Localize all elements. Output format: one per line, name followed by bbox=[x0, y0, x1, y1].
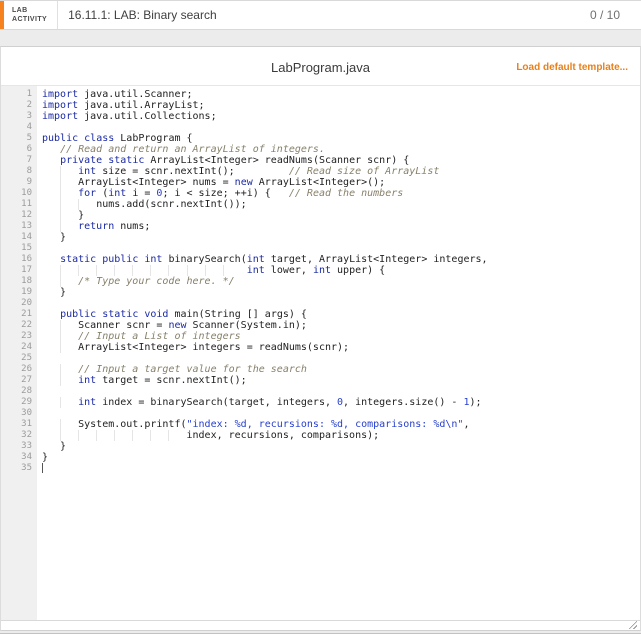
code-line[interactable]: /* Type your code here. */ bbox=[42, 276, 640, 287]
code-line[interactable]: nums.add(scnr.nextInt()); bbox=[42, 199, 640, 210]
activity-title: 16.11.1: LAB: Binary search bbox=[68, 8, 217, 22]
code-line[interactable]: } bbox=[42, 287, 640, 298]
code-line[interactable]: return nums; bbox=[42, 221, 640, 232]
code-line[interactable]: for (int i = 0; i < size; ++i) { // Read… bbox=[42, 188, 640, 199]
code-line[interactable]: } bbox=[42, 210, 640, 221]
code-line[interactable]: index, recursions, comparisons); bbox=[42, 430, 640, 441]
line-number: 13 bbox=[21, 221, 32, 231]
code-line[interactable]: public class LabProgram { bbox=[42, 133, 640, 144]
kicker-line-2: ACTIVITY bbox=[12, 16, 48, 23]
code-line[interactable]: int target = scnr.nextInt(); bbox=[42, 375, 640, 386]
line-number: 32 bbox=[21, 430, 32, 440]
line-number: 12 bbox=[21, 210, 32, 220]
line-number: 29 bbox=[21, 397, 32, 407]
code-line[interactable]: public static void main(String [] args) … bbox=[42, 309, 640, 320]
zybooks-lab-page: LAB ACTIVITY 16.11.1: LAB: Binary search… bbox=[0, 0, 641, 634]
code-line[interactable] bbox=[42, 353, 640, 364]
line-number: 16 bbox=[21, 254, 32, 264]
code-line[interactable]: int index = binarySearch(target, integer… bbox=[42, 397, 640, 408]
code-line[interactable] bbox=[42, 243, 640, 254]
code-line[interactable]: } bbox=[42, 232, 640, 243]
code-line[interactable] bbox=[42, 386, 640, 397]
line-number: 31 bbox=[21, 419, 32, 429]
line-number: 25 bbox=[21, 353, 32, 363]
activity-score: 0 / 10 bbox=[589, 8, 620, 22]
line-number: 4 bbox=[26, 122, 32, 132]
text-cursor bbox=[42, 463, 43, 473]
line-number: 35 bbox=[21, 463, 32, 473]
line-number: 6 bbox=[26, 144, 32, 154]
line-number: 15 bbox=[21, 243, 32, 253]
code-line[interactable]: Scanner scnr = new Scanner(System.in); bbox=[42, 320, 640, 331]
line-number: 33 bbox=[21, 441, 32, 451]
line-number: 14 bbox=[21, 232, 32, 242]
resize-handle-icon[interactable] bbox=[627, 619, 637, 629]
code-line[interactable]: import java.util.ArrayList; bbox=[42, 100, 640, 111]
load-default-template-link[interactable]: Load default template... bbox=[516, 62, 628, 73]
code-line[interactable] bbox=[42, 298, 640, 309]
kicker-line-1: LAB bbox=[12, 7, 28, 14]
editor-footer bbox=[1, 619, 640, 630]
code-line[interactable]: ArrayList<Integer> integers = readNums(s… bbox=[42, 342, 640, 353]
line-number: 22 bbox=[21, 320, 32, 330]
code-line[interactable]: System.out.printf("index: %d, recursions… bbox=[42, 419, 640, 430]
line-number: 9 bbox=[26, 177, 32, 187]
line-number: 30 bbox=[21, 408, 32, 418]
editor-header: LabProgram.java Load default template... bbox=[1, 47, 640, 85]
code-line[interactable]: } bbox=[42, 452, 640, 463]
line-number: 27 bbox=[21, 375, 32, 385]
line-number: 2 bbox=[26, 100, 32, 110]
code-line[interactable] bbox=[42, 463, 640, 474]
page-gap bbox=[0, 30, 641, 46]
code-editor-card: LabProgram.java Load default template...… bbox=[0, 46, 641, 631]
line-number-gutter: 1 2 3 4 5 6 7 8 9 10 11 12 13 14 15 16 17 18 19 20 21 22 23 24 2… bbox=[1, 86, 37, 620]
line-number: 5 bbox=[26, 133, 32, 143]
line-number: 7 bbox=[26, 155, 32, 165]
line-number: 1 bbox=[26, 89, 32, 99]
divider bbox=[57, 1, 59, 29]
lab-activity-bar: LAB ACTIVITY 16.11.1: LAB: Binary search… bbox=[0, 0, 641, 30]
line-number: 24 bbox=[21, 342, 32, 352]
line-number: 21 bbox=[21, 309, 32, 319]
code-line[interactable]: // Input a target value for the search bbox=[42, 364, 640, 375]
line-number: 23 bbox=[21, 331, 32, 341]
code-line[interactable]: private static ArrayList<Integer> readNu… bbox=[42, 155, 640, 166]
line-number: 26 bbox=[21, 364, 32, 374]
line-number: 18 bbox=[21, 276, 32, 286]
line-number: 20 bbox=[21, 298, 32, 308]
line-number: 10 bbox=[21, 188, 32, 198]
line-number: 17 bbox=[21, 265, 32, 275]
code-line[interactable]: ArrayList<Integer> nums = new ArrayList<… bbox=[42, 177, 640, 188]
code-line[interactable]: // Read and return an ArrayList of integ… bbox=[42, 144, 640, 155]
code-line[interactable]: import java.util.Collections; bbox=[42, 111, 640, 122]
code-line[interactable]: // Input a List of integers bbox=[42, 331, 640, 342]
line-number: 19 bbox=[21, 287, 32, 297]
line-number: 28 bbox=[21, 386, 32, 396]
code-line[interactable]: static public int binarySearch(int targe… bbox=[42, 254, 640, 265]
line-number: 34 bbox=[21, 452, 32, 462]
code-line[interactable]: int size = scnr.nextInt(); // Read size … bbox=[42, 166, 640, 177]
code-line[interactable]: } bbox=[42, 441, 640, 452]
line-number: 11 bbox=[21, 199, 32, 209]
code-editor[interactable]: 1 2 3 4 5 6 7 8 9 10 11 12 13 14 15 16 17 18 19 20 21 22 23 24 2… bbox=[1, 85, 640, 621]
code-line[interactable]: int lower, int upper) { bbox=[42, 265, 640, 276]
line-number: 3 bbox=[26, 111, 32, 121]
code-line[interactable] bbox=[42, 122, 640, 133]
code-line[interactable] bbox=[42, 408, 640, 419]
code-pane[interactable]: import java.util.Scanner; import java.uti… bbox=[37, 86, 640, 620]
lab-activity-kicker: LAB ACTIVITY bbox=[4, 6, 57, 24]
line-number: 8 bbox=[26, 166, 32, 176]
code-line[interactable]: import java.util.Scanner; bbox=[42, 89, 640, 100]
